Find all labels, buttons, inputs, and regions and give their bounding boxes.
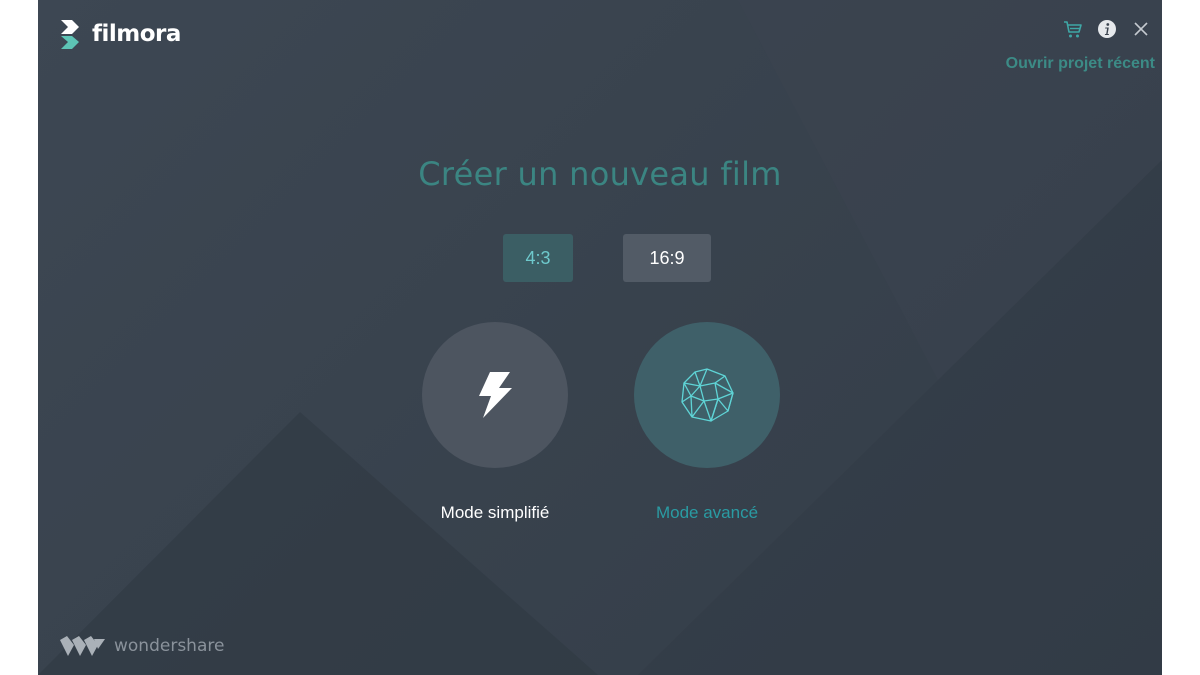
aspect-ratio-4-3-button[interactable]: 4:3 [503,234,573,282]
page-title: Créer un nouveau film [418,155,782,193]
info-icon[interactable] [1096,18,1118,40]
filmora-logo: filmora [58,18,181,50]
filmora-logo-icon [61,20,79,49]
brand-text: wondershare [114,636,225,656]
wondershare-logo-icon [60,636,105,656]
open-recent-project-link[interactable]: Ouvrir projet récent [1006,55,1155,73]
filmora-launcher-window: filmora Ouvrir projet récent Créer un no… [38,0,1162,675]
simple-mode-button[interactable] [422,322,568,468]
advanced-mode-label[interactable]: Mode avancé [607,503,807,523]
logo-text: filmora [92,21,181,47]
window-controls [1062,18,1152,40]
background-decoration [38,0,1162,675]
close-icon[interactable] [1130,18,1152,40]
simple-mode-label[interactable]: Mode simplifié [395,503,595,523]
advanced-mode-button[interactable] [634,322,780,468]
geodesic-sphere-icon [681,368,734,422]
cart-icon[interactable] [1062,18,1084,40]
wondershare-brand: wondershare [60,635,224,657]
aspect-ratio-16-9-button[interactable]: 16:9 [623,234,711,282]
lightning-icon [479,372,512,418]
